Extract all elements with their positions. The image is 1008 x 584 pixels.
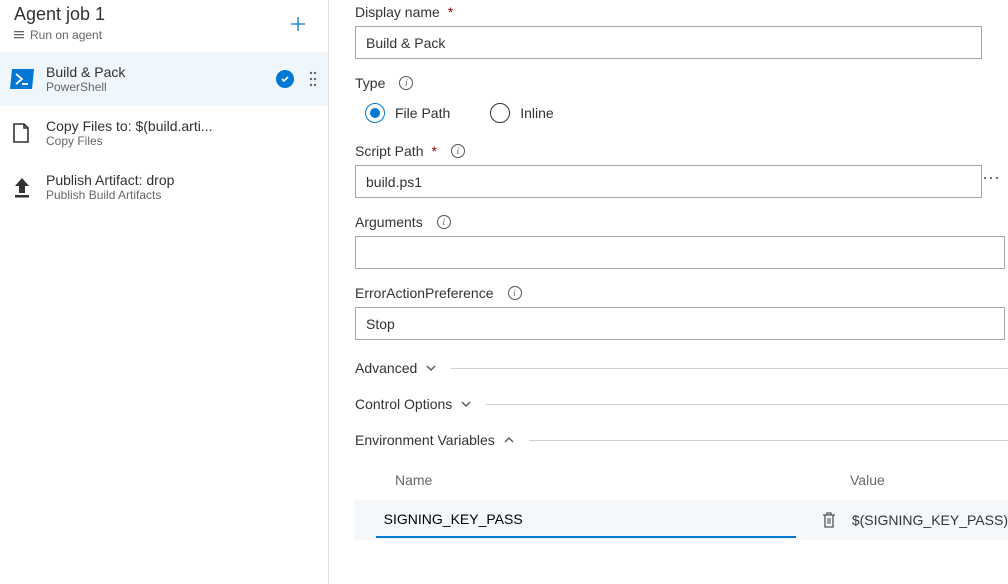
script-path-label: Script Path* i bbox=[355, 143, 1008, 159]
env-name-input[interactable] bbox=[376, 502, 796, 538]
chevron-up-icon bbox=[503, 434, 515, 446]
browse-button[interactable]: ⋯ bbox=[982, 173, 1000, 183]
info-icon[interactable]: i bbox=[437, 215, 451, 229]
erroraction-label: ErrorActionPreference i bbox=[355, 285, 1008, 301]
task-item-publish-artifact[interactable]: Publish Artifact: drop Publish Build Art… bbox=[0, 160, 328, 214]
task-form: Display name* Type i File Path Inline Sc… bbox=[329, 0, 1008, 584]
task-title: Publish Artifact: drop bbox=[46, 172, 318, 188]
drag-handle-icon[interactable] bbox=[308, 71, 318, 87]
arguments-label: Arguments i bbox=[355, 214, 1008, 230]
chevron-down-icon bbox=[425, 362, 437, 374]
display-name-label: Display name* bbox=[355, 4, 1008, 20]
env-row: $(SIGNING_KEY_PASS) bbox=[355, 500, 1008, 540]
type-label: Type i bbox=[355, 75, 1008, 91]
add-task-button[interactable] bbox=[282, 8, 314, 40]
task-subtitle: Copy Files bbox=[46, 134, 318, 148]
task-status-ok-icon bbox=[276, 70, 294, 88]
env-col-value: Value bbox=[850, 472, 885, 488]
display-name-input[interactable] bbox=[355, 26, 982, 59]
info-icon[interactable]: i bbox=[508, 286, 522, 300]
type-radio-inline[interactable]: Inline bbox=[490, 103, 553, 123]
env-value-cell[interactable]: $(SIGNING_KEY_PASS) bbox=[842, 512, 1008, 528]
copy-files-icon bbox=[8, 119, 36, 147]
task-item-build-pack[interactable]: Build & Pack PowerShell bbox=[0, 52, 328, 106]
task-title: Copy Files to: $(build.arti... bbox=[46, 118, 318, 134]
agent-subtitle: Run on agent bbox=[30, 28, 102, 42]
stack-icon bbox=[14, 30, 24, 40]
section-env-vars[interactable]: Environment Variables bbox=[355, 432, 1008, 448]
env-table-header: Name Value bbox=[355, 466, 1008, 500]
task-title: Build & Pack bbox=[46, 64, 266, 80]
info-icon[interactable]: i bbox=[399, 76, 413, 90]
arguments-input[interactable] bbox=[355, 236, 1005, 269]
chevron-down-icon bbox=[460, 398, 472, 410]
env-col-name: Name bbox=[395, 472, 850, 488]
upload-icon bbox=[8, 173, 36, 201]
section-advanced[interactable]: Advanced bbox=[355, 360, 1008, 376]
info-icon[interactable]: i bbox=[451, 144, 465, 158]
task-item-copy-files[interactable]: Copy Files to: $(build.arti... Copy File… bbox=[0, 106, 328, 160]
task-subtitle: Publish Build Artifacts bbox=[46, 188, 318, 202]
agent-header: Agent job 1 Run on agent bbox=[0, 0, 328, 52]
powershell-icon bbox=[8, 65, 36, 93]
section-control-options[interactable]: Control Options bbox=[355, 396, 1008, 412]
task-subtitle: PowerShell bbox=[46, 80, 266, 94]
agent-title: Agent job 1 bbox=[14, 4, 282, 25]
delete-env-button[interactable] bbox=[816, 501, 842, 539]
task-sidebar: Agent job 1 Run on agent bbox=[0, 0, 329, 584]
erroraction-select[interactable]: Stop bbox=[355, 307, 1005, 340]
script-path-input[interactable] bbox=[355, 165, 982, 198]
type-radio-filepath[interactable]: File Path bbox=[365, 103, 450, 123]
